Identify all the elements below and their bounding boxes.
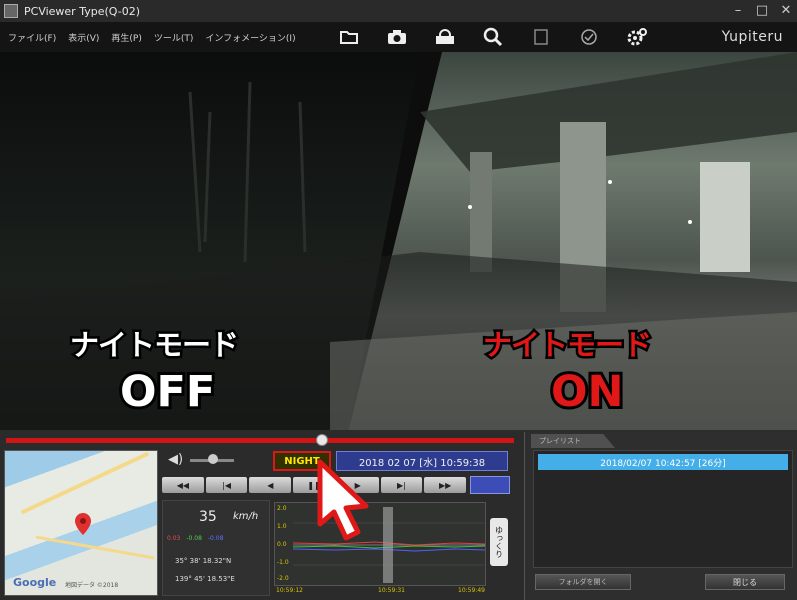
speed-unit: km/h [233,511,259,522]
graph-time-label: 10:59:31 [378,587,405,594]
playlist-tab[interactable]: プレイリスト [531,434,615,448]
graph-axis-label: -2.0 [277,575,289,582]
menu-tools[interactable]: ツール(T) [154,31,194,44]
title-bar: PCViewer Type(Q-02) – □ ✕ [0,0,797,22]
graph-axis-label: 2.0 [277,505,287,512]
volume-control: ◀) [168,452,238,468]
next-icon[interactable]: ▶| [380,477,423,493]
open-folder-icon[interactable] [336,25,362,49]
menu-file[interactable]: ファイル(F) [8,31,56,44]
menu-information[interactable]: インフォメーション(I) [205,31,295,44]
graph-axis-label: 1.0 [277,523,287,530]
settings-app-icon[interactable] [576,25,602,49]
speed-panel: 35 km/h 0.03 -0.08 -0.08 35° 38' 18.32"N… [162,500,270,596]
map-credit: 地図データ ©2018 [65,582,119,589]
window-controls: – □ ✕ [731,3,793,18]
fullscreen-button[interactable] [470,476,510,494]
close-button[interactable]: ✕ [779,3,793,18]
night-mode-off-state: OFF [117,364,218,420]
graph-time-label: 10:59:49 [458,587,485,594]
latitude: 35° 38' 18.32"N [175,557,232,565]
playlist-item[interactable]: 2018/02/07 10:42:57 [26分] [538,454,788,470]
g-sensor-x: 0.03 [167,535,181,542]
graph-axis-label: -1.0 [277,559,289,566]
graph-time-label: 10:59:12 [276,587,303,594]
rewind-icon[interactable]: ◀◀ [162,477,204,493]
night-mode-off-label: ナイトモード [67,326,241,365]
menu-playback[interactable]: 再生(P) [111,31,141,44]
graph-axis-label: 0.0 [277,541,287,548]
gps-map[interactable]: Google 地図データ ©2018 [4,450,158,596]
playlist-panel: プレイリスト 2018/02/07 10:42:57 [26分] フォルダを開く… [524,432,797,600]
graph-plot [292,507,486,583]
map-logo: Google [13,576,57,589]
video-frame: ナイトモード OFF ナイトモード ON [0,52,797,430]
step-back-icon[interactable]: ◀ [249,477,292,493]
g-sensor-graph: 2.0 1.0 0.0 -1.0 -2.0 [274,502,486,586]
maximize-button[interactable]: □ [755,3,769,18]
graph-speed-toggle[interactable]: ゆっくり [490,518,508,566]
map-pin-icon [75,513,91,535]
seek-bar[interactable] [6,438,514,443]
brand-logo: Yupiteru [721,29,783,45]
camera-icon[interactable] [384,25,410,49]
gear-icon[interactable] [624,25,650,49]
seek-thumb[interactable] [316,434,328,446]
speed-value: 35 [199,509,217,525]
fast-forward-icon[interactable]: ▶▶ [424,477,467,493]
window-title: PCViewer Type(Q-02) [24,4,140,18]
export-icon[interactable] [432,25,458,49]
g-sensor-y: -0.08 [186,535,202,542]
g-sensor-values: 0.03 -0.08 -0.08 [167,535,223,542]
close-panel-button[interactable]: 閉じる [705,574,785,590]
minimize-button[interactable]: – [731,3,745,18]
previous-icon[interactable]: |◀ [205,477,248,493]
speaker-icon[interactable]: ◀) [168,452,183,467]
playback-controls: ◀◀ |◀ ◀ ❚❚ ▶ ▶| ▶▶ [162,477,467,493]
menu-view[interactable]: 表示(V) [68,31,99,44]
toolbar [336,25,650,49]
open-folder-button[interactable]: フォルダを開く [535,574,631,590]
night-mode-on-label: ナイトモード [480,326,654,365]
document-icon[interactable] [528,25,554,49]
longitude: 139° 45' 18.53"E [175,575,235,583]
zoom-icon[interactable] [480,25,506,49]
control-panel: Google 地図データ ©2018 ◀) NIGHT 2018 02 07 [… [0,430,797,600]
menu-bar: ファイル(F) 表示(V) 再生(P) ツール(T) インフォメーション(I) … [0,22,797,52]
menu-list: ファイル(F) 表示(V) 再生(P) ツール(T) インフォメーション(I) [8,31,296,44]
night-mode-on-state: ON [548,364,627,420]
mouse-cursor-icon [317,459,369,541]
volume-thumb[interactable] [208,454,218,464]
g-sensor-z: -0.08 [207,535,224,542]
app-icon [4,4,18,18]
playlist: 2018/02/07 10:42:57 [26分] [533,450,793,568]
